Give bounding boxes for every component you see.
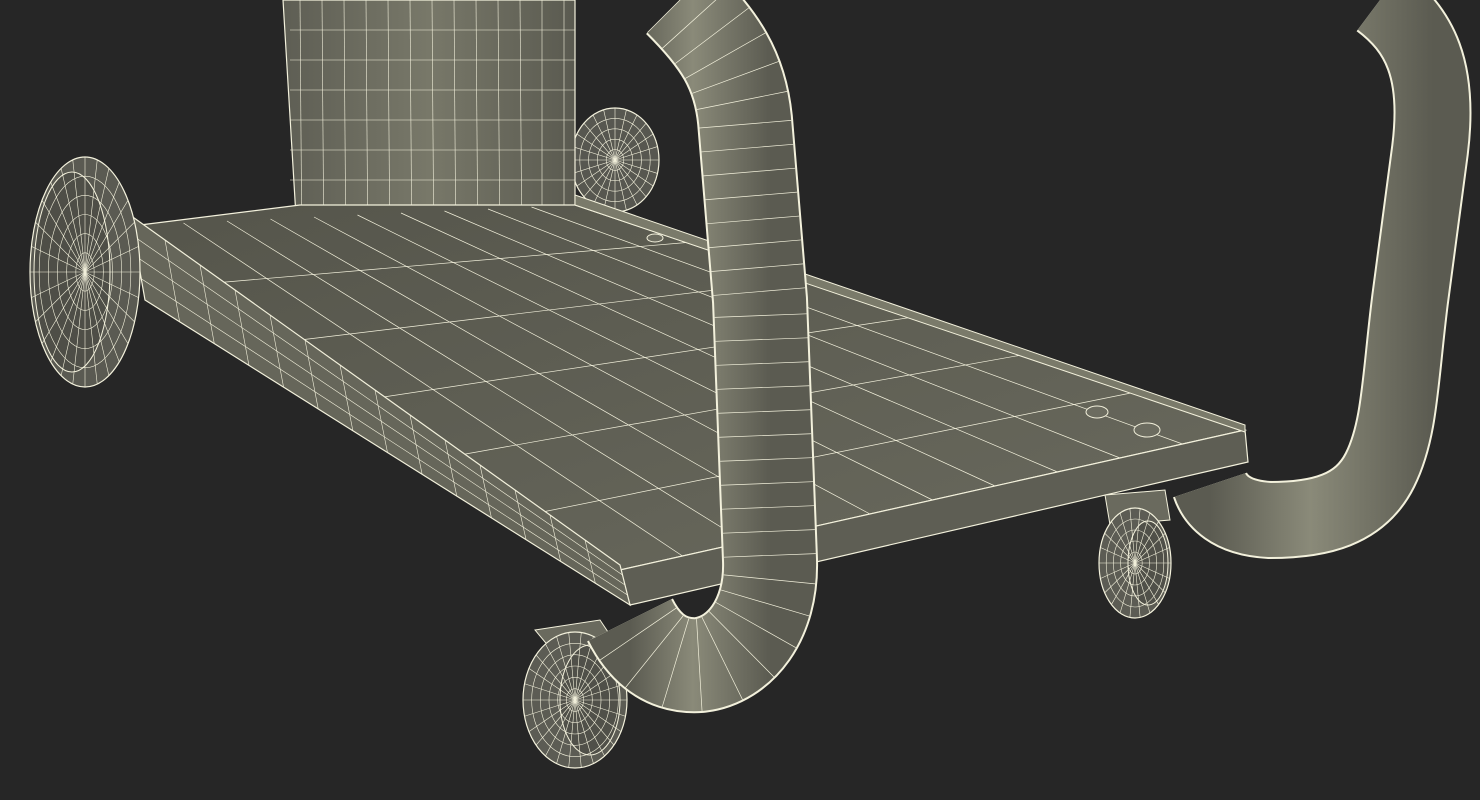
render-viewport (0, 0, 1480, 800)
front-caster-right (1098, 489, 1172, 619)
rear-wheel-right (570, 107, 660, 213)
cart-tray (129, 194, 1249, 607)
wireframe-render (29, 0, 1472, 769)
rear-wheel-left (29, 156, 141, 388)
